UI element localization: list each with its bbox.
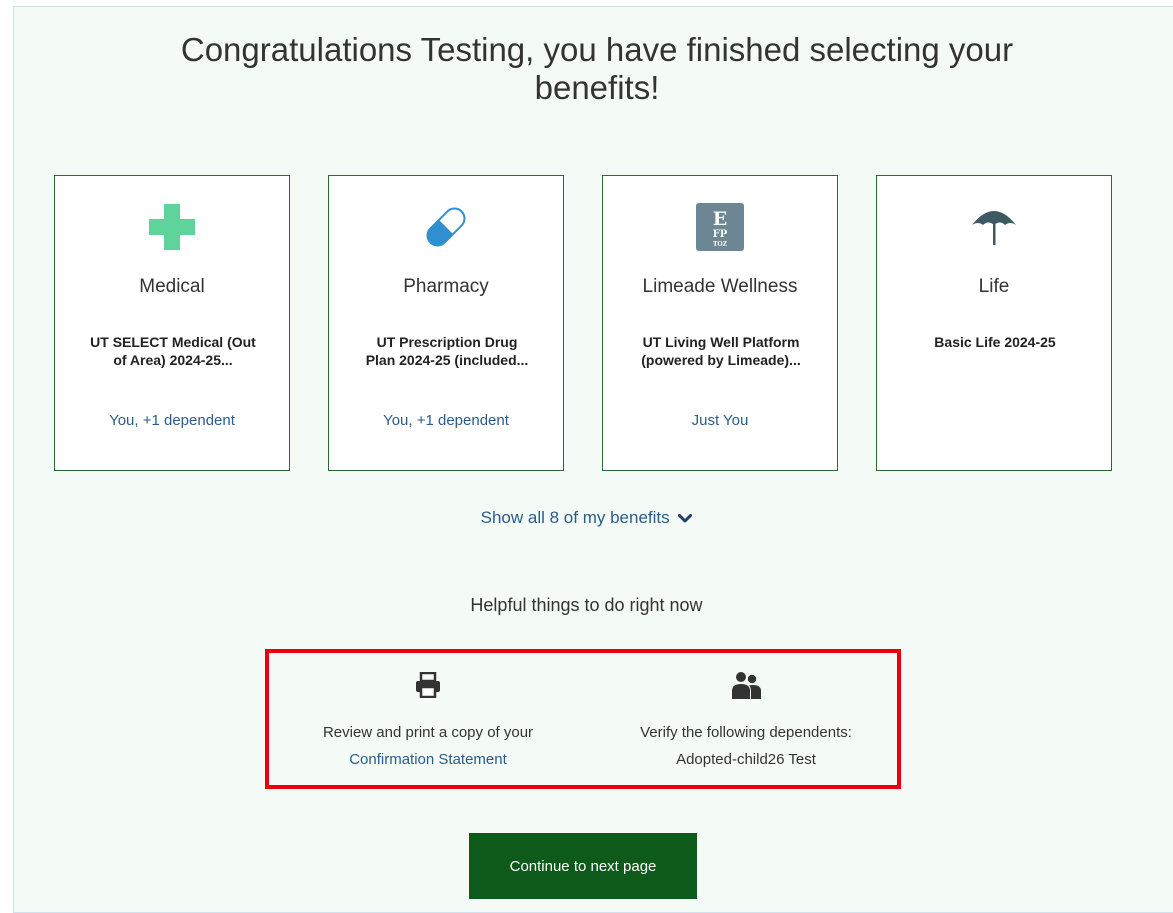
umbrella-icon [877, 202, 1111, 252]
verify-dependents-instruction: Verify the following dependents: [640, 724, 852, 741]
benefit-coverage: Just You [691, 412, 749, 429]
benefit-plan: UT Prescription Drug Plan 2024-25 (inclu… [349, 333, 545, 369]
page-title-line2: benefits! [534, 69, 660, 106]
benefit-plan-line1: UT SELECT Medical (Out [90, 334, 256, 350]
benefit-plan: Basic Life 2024-25 [897, 333, 1093, 351]
benefit-name: Medical [139, 276, 205, 297]
benefit-plan-line2: (powered by Limeade)... [641, 352, 801, 368]
confirmation-statement-link[interactable]: Confirmation Statement [349, 751, 507, 768]
benefit-plan: UT SELECT Medical (Out of Area) 2024-25.… [75, 333, 271, 369]
benefit-plan-line2: Plan 2024-25 (included... [365, 352, 529, 368]
benefit-coverage: You, +1 dependent [109, 412, 235, 429]
benefit-card-life[interactable]: Life Basic Life 2024-25 [876, 175, 1112, 471]
benefit-card-pharmacy[interactable]: Pharmacy UT Prescription Drug Plan 2024-… [328, 175, 564, 471]
print-instruction: Review and print a copy of your [322, 724, 534, 741]
continue-button[interactable]: Continue to next page [469, 833, 697, 899]
page-title: Congratulations Testing, you have finish… [14, 31, 1173, 107]
benefit-name: Pharmacy [403, 276, 489, 297]
helpful-actions-highlight: Review and print a copy of your Confirma… [265, 649, 901, 789]
print-confirmation-action: Review and print a copy of your Confirma… [269, 653, 587, 785]
verify-dependents-action: Verify the following dependents: Adopted… [587, 653, 905, 785]
benefit-plan: UT Living Well Platform (powered by Lime… [623, 333, 819, 369]
pill-capsule-icon [329, 202, 563, 252]
svg-text:E: E [713, 208, 727, 230]
show-all-label[interactable]: Show all 8 of my benefits [481, 508, 670, 527]
show-all-benefits-link[interactable]: Show all 8 of my benefits [0, 508, 1173, 529]
benefit-plan-line1: UT Living Well Platform [642, 334, 800, 350]
printer-icon[interactable] [269, 669, 587, 701]
page: Congratulations Testing, you have finish… [0, 0, 1173, 913]
eye-chart-icon: E FP TOZ [603, 202, 837, 252]
benefit-name: Limeade Wellness [642, 276, 798, 297]
benefit-plan-line1: UT Prescription Drug [376, 334, 518, 350]
svg-text:TOZ: TOZ [713, 241, 728, 248]
dependent-name: Adopted-child26 Test [676, 751, 816, 768]
helpful-heading: Helpful things to do right now [470, 595, 703, 615]
benefit-coverage: You, +1 dependent [383, 412, 509, 429]
page-title-line1: Congratulations Testing, you have finish… [180, 31, 1014, 68]
chevron-down-icon[interactable] [678, 509, 693, 529]
benefit-plan-line2: of Area) 2024-25... [113, 352, 233, 368]
benefit-name: Life [978, 276, 1010, 297]
benefit-card-medical[interactable]: Medical UT SELECT Medical (Out of Area) … [54, 175, 290, 471]
benefit-card-limeade-wellness[interactable]: E FP TOZ Limeade Wellness UT Living Well… [602, 175, 838, 471]
svg-text:FP: FP [713, 229, 728, 240]
benefit-plan-line1: Basic Life 2024-25 [934, 334, 1056, 350]
people-icon [587, 669, 905, 701]
medical-cross-icon [55, 202, 289, 252]
